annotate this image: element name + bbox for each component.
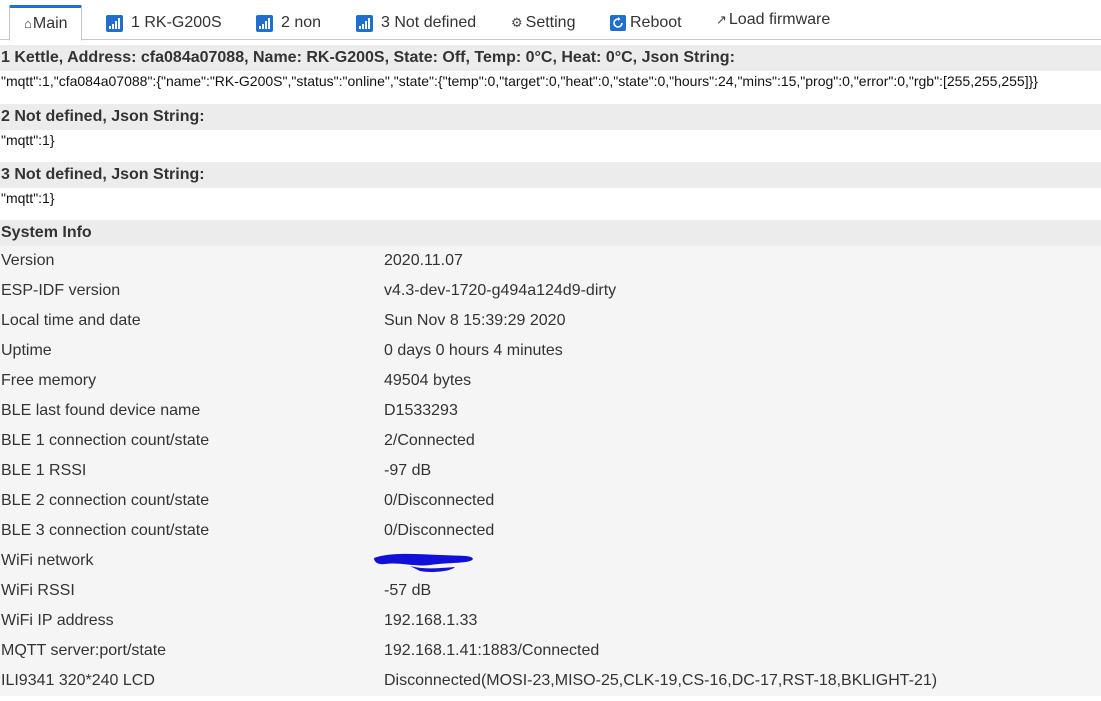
- info-row-ble1-rssi: BLE 1 RSSI -97 dB: [0, 456, 1101, 486]
- tab-load-firmware[interactable]: ↗ Load firmware: [716, 3, 830, 37]
- device-2-header: 2 Not defined, Json String:: [0, 104, 1101, 130]
- tab-label: Setting: [525, 14, 576, 31]
- info-value: D1533293: [384, 402, 458, 419]
- tab-device-2[interactable]: 2 non: [256, 6, 321, 40]
- info-value: Disconnected(MOSI-23,MISO-25,CLK-19,CS-1…: [384, 672, 938, 689]
- info-value: 0/Disconnected: [384, 522, 495, 539]
- system-info-table: Version 2020.11.07 ESP-IDF version v4.3-…: [0, 246, 1101, 696]
- info-value: 0/Disconnected: [384, 492, 495, 509]
- device-2-json: "mqtt":1}: [1, 132, 55, 148]
- info-row-free-memory: Free memory 49504 bytes: [0, 366, 1101, 396]
- info-value: v4.3-dev-1720-g494a124d9-dirty: [384, 282, 617, 299]
- info-row-esp-idf: ESP-IDF version v4.3-dev-1720-g494a124d9…: [0, 276, 1101, 306]
- system-info-title: System Info: [0, 220, 1101, 246]
- upload-icon: ↗: [716, 12, 727, 27]
- info-value: 0 days 0 hours 4 minutes: [384, 342, 563, 359]
- info-key: ESP-IDF version: [1, 282, 121, 299]
- info-key: Uptime: [1, 342, 52, 359]
- redaction-scribble: [374, 553, 473, 572]
- info-row-wifi-ip: WiFi IP address 192.168.1.33: [0, 606, 1101, 636]
- signal-icon: [356, 14, 373, 32]
- device-1-header: 1 Kettle, Address: cfa084a07088, Name: R…: [0, 45, 1101, 71]
- info-value: -97 dB: [384, 462, 432, 479]
- tab-device-1[interactable]: 1 RK-G200S: [106, 6, 222, 40]
- tab-label: 1 RK-G200S: [131, 14, 222, 31]
- info-key: MQTT server:port/state: [1, 642, 167, 659]
- tab-reboot[interactable]: Reboot: [610, 6, 682, 40]
- info-value: 192.168.1.41:1883/Connected: [384, 642, 600, 659]
- device-3-header: 3 Not defined, Json String:: [0, 162, 1101, 188]
- tab-label: Main: [32, 15, 68, 32]
- info-row-ble-last-device: BLE last found device name D1533293: [0, 396, 1101, 426]
- info-key: BLE 3 connection count/state: [1, 522, 210, 539]
- info-row-ble3-state: BLE 3 connection count/state 0/Disconnec…: [0, 516, 1101, 546]
- tab-bar: ⌂ Main 1 RK-G200S 2 non 3 Not defined ⚙ …: [0, 0, 1101, 41]
- info-key: Version: [1, 252, 55, 269]
- tab-setting[interactable]: ⚙ Setting: [511, 6, 575, 40]
- info-row-wifi-network: WiFi network: [0, 546, 1101, 576]
- tab-main[interactable]: ⌂ Main: [9, 5, 82, 41]
- info-row-ble1-state: BLE 1 connection count/state 2/Connected: [0, 426, 1101, 456]
- info-value: 192.168.1.33: [384, 612, 478, 629]
- info-row-ble2-state: BLE 2 connection count/state 0/Disconnec…: [0, 486, 1101, 516]
- device-3-json: "mqtt":1}: [1, 190, 55, 206]
- info-key: WiFi RSSI: [1, 582, 75, 599]
- info-key: ILI9341 320*240 LCD: [1, 672, 155, 689]
- info-key: BLE last found device name: [1, 402, 201, 419]
- tab-device-3[interactable]: 3 Not defined: [356, 6, 476, 40]
- tab-label: Reboot: [630, 14, 682, 31]
- info-key: BLE 2 connection count/state: [1, 492, 210, 509]
- tab-label: 3 Not defined: [381, 14, 477, 31]
- tab-label: 2 non: [281, 14, 322, 31]
- reboot-icon: [610, 15, 626, 31]
- info-row-version: Version 2020.11.07: [0, 246, 1101, 276]
- info-key: WiFi network: [1, 552, 94, 569]
- info-value: 2/Connected: [384, 432, 475, 449]
- info-row-wifi-rssi: WiFi RSSI -57 dB: [0, 576, 1101, 606]
- tab-label: Load firmware: [728, 11, 831, 28]
- info-row-lcd: ILI9341 320*240 LCD Disconnected(MOSI-23…: [0, 666, 1101, 696]
- info-value: 49504 bytes: [384, 372, 472, 389]
- signal-icon: [106, 14, 123, 32]
- info-key: WiFi IP address: [1, 612, 114, 629]
- info-value: -57 dB: [384, 582, 432, 599]
- info-key: Local time and date: [1, 312, 141, 329]
- home-icon: ⌂: [24, 16, 32, 31]
- info-row-uptime: Uptime 0 days 0 hours 4 minutes: [0, 336, 1101, 366]
- info-row-local-time: Local time and date Sun Nov 8 15:39:29 2…: [0, 306, 1101, 336]
- signal-icon: [256, 14, 273, 32]
- info-key: BLE 1 RSSI: [1, 462, 87, 479]
- device-1-json: "mqtt":1,"cfa084a07088":{"name":"RK-G200…: [1, 73, 1038, 89]
- info-row-mqtt: MQTT server:port/state 192.168.1.41:1883…: [0, 636, 1101, 666]
- info-value: Sun Nov 8 15:39:29 2020: [384, 312, 566, 329]
- gear-icon: ⚙: [511, 15, 523, 30]
- info-key: Free memory: [1, 372, 97, 389]
- info-value: 2020.11.07: [384, 252, 463, 269]
- info-key: BLE 1 connection count/state: [1, 432, 210, 449]
